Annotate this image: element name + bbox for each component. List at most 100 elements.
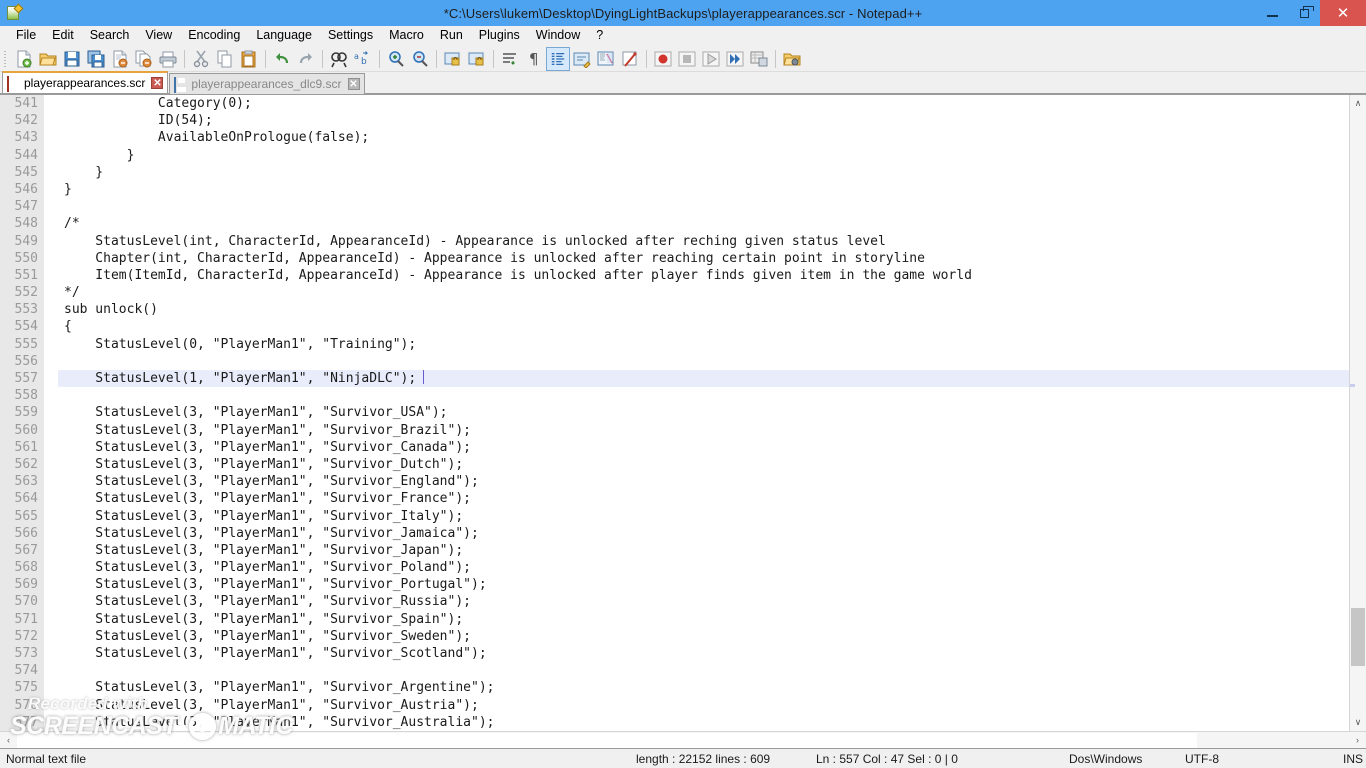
undo-icon[interactable] bbox=[270, 47, 294, 71]
code-text[interactable]: StatusLevel(3, "PlayerMan1", "Survivor_I… bbox=[58, 507, 1349, 525]
all-chars-icon[interactable]: ¶ bbox=[522, 47, 546, 71]
code-lines[interactable]: 541 Category(0); 542 ID(54); 543 Available… bbox=[0, 95, 1349, 731]
menu-item-edit[interactable]: Edit bbox=[44, 26, 82, 45]
scroll-up-button[interactable]: ∧ bbox=[1350, 95, 1366, 112]
code-line[interactable]: 544 } bbox=[0, 146, 1349, 164]
zoom-out-icon[interactable] bbox=[408, 47, 432, 71]
code-text[interactable]: StatusLevel(3, "PlayerMan1", "Survivor_S… bbox=[58, 645, 1349, 663]
close-file-icon[interactable] bbox=[108, 47, 132, 71]
code-line[interactable]: 559 StatusLevel(3, "PlayerMan1", "Surviv… bbox=[0, 404, 1349, 422]
copy-icon[interactable] bbox=[213, 47, 237, 71]
word-wrap-icon[interactable] bbox=[498, 47, 522, 71]
code-line[interactable]: 554 { bbox=[0, 318, 1349, 336]
horizontal-scrollbar[interactable]: ‹ › bbox=[0, 731, 1366, 748]
code-text[interactable]: } bbox=[58, 163, 1349, 181]
fold-margin[interactable] bbox=[44, 421, 58, 439]
code-text[interactable]: */ bbox=[58, 284, 1349, 302]
menu-item-file[interactable]: File bbox=[8, 26, 44, 45]
tab-close-icon[interactable]: ✕ bbox=[347, 78, 360, 90]
code-line[interactable]: 556 bbox=[0, 352, 1349, 370]
close-all-files-icon[interactable] bbox=[132, 47, 156, 71]
code-line[interactable]: 564 StatusLevel(3, "PlayerMan1", "Surviv… bbox=[0, 490, 1349, 508]
fold-margin[interactable] bbox=[44, 404, 58, 422]
code-line[interactable]: 567 StatusLevel(3, "PlayerMan1", "Surviv… bbox=[0, 541, 1349, 560]
minimize-button[interactable] bbox=[1256, 0, 1288, 26]
sync-scroll-vertical-icon[interactable] bbox=[441, 47, 465, 71]
code-text[interactable]: /* bbox=[58, 215, 1349, 233]
fold-margin[interactable] bbox=[44, 713, 58, 731]
fold-margin[interactable] bbox=[44, 335, 58, 353]
folder-as-workspace-icon[interactable] bbox=[780, 47, 804, 71]
code-text[interactable]: StatusLevel(3, "PlayerMan1", "Survivor_P… bbox=[58, 576, 1349, 594]
fold-margin[interactable] bbox=[44, 610, 58, 628]
fold-margin[interactable] bbox=[44, 301, 58, 319]
code-line[interactable]: 561 StatusLevel(3, "PlayerMan1", "Surviv… bbox=[0, 438, 1349, 456]
fold-margin[interactable] bbox=[44, 524, 58, 542]
fold-margin[interactable] bbox=[44, 215, 58, 233]
code-text[interactable]: StatusLevel(3, "PlayerMan1", "Survivor_S… bbox=[58, 627, 1349, 645]
scroll-down-button[interactable]: ∨ bbox=[1350, 714, 1366, 731]
fold-margin[interactable] bbox=[44, 146, 58, 164]
menu-item-language[interactable]: Language bbox=[248, 26, 320, 45]
fold-margin[interactable] bbox=[44, 180, 58, 199]
code-text[interactable]: StatusLevel(3, "PlayerMan1", "Survivor_F… bbox=[58, 490, 1349, 508]
scroll-right-button[interactable]: › bbox=[1349, 732, 1366, 749]
code-line[interactable]: 550 Chapter(int, CharacterId, Appearance… bbox=[0, 249, 1349, 267]
code-line[interactable]: 571 StatusLevel(3, "PlayerMan1", "Surviv… bbox=[0, 610, 1349, 628]
fold-margin[interactable] bbox=[44, 627, 58, 645]
fold-margin[interactable] bbox=[44, 438, 58, 456]
open-file-icon[interactable] bbox=[36, 47, 60, 71]
code-line[interactable]: 574 bbox=[0, 662, 1349, 680]
fold-margin[interactable] bbox=[44, 129, 58, 147]
close-button[interactable]: ✕ bbox=[1320, 0, 1366, 26]
code-line[interactable]: 566 StatusLevel(3, "PlayerMan1", "Surviv… bbox=[0, 524, 1349, 542]
code-line[interactable]: 563 StatusLevel(3, "PlayerMan1", "Surviv… bbox=[0, 473, 1349, 491]
code-line[interactable]: 568 StatusLevel(3, "PlayerMan1", "Surviv… bbox=[0, 559, 1349, 577]
code-line[interactable]: 569 StatusLevel(3, "PlayerMan1", "Surviv… bbox=[0, 576, 1349, 594]
show-symbol-icon[interactable] bbox=[570, 47, 594, 71]
code-line[interactable]: 575 StatusLevel(3, "PlayerMan1", "Surviv… bbox=[0, 679, 1349, 697]
paste-icon[interactable] bbox=[237, 47, 261, 71]
vertical-scrollbar[interactable]: ∧ ∨ bbox=[1349, 95, 1366, 731]
save-all-icon[interactable] bbox=[84, 47, 108, 71]
code-text[interactable]: sub unlock() bbox=[58, 301, 1349, 319]
fold-margin[interactable] bbox=[44, 318, 58, 336]
menu-item-settings[interactable]: Settings bbox=[320, 26, 381, 45]
menu-item-macro[interactable]: Macro bbox=[381, 26, 432, 45]
code-line[interactable]: 572 StatusLevel(3, "PlayerMan1", "Surviv… bbox=[0, 627, 1349, 645]
fold-margin[interactable] bbox=[44, 696, 58, 714]
code-line[interactable]: 546} bbox=[0, 180, 1349, 199]
code-text[interactable]: } bbox=[58, 180, 1349, 199]
code-line[interactable]: 570 StatusLevel(3, "PlayerMan1", "Surviv… bbox=[0, 593, 1349, 611]
text-editor[interactable]: 541 Category(0); 542 ID(54); 543 Available… bbox=[0, 95, 1349, 731]
code-text[interactable]: StatusLevel(3, "PlayerMan1", "Survivor_U… bbox=[58, 404, 1349, 422]
code-line[interactable]: 555 StatusLevel(0, "PlayerMan1", "Traini… bbox=[0, 335, 1349, 353]
code-text[interactable]: StatusLevel(3, "PlayerMan1", "Survivor_P… bbox=[58, 559, 1349, 577]
code-line[interactable]: 545 } bbox=[0, 163, 1349, 181]
code-line[interactable]: 542 ID(54); bbox=[0, 112, 1349, 130]
code-text[interactable]: StatusLevel(3, "PlayerMan1", "Survivor_D… bbox=[58, 455, 1349, 474]
run-macro-multiple-icon[interactable] bbox=[723, 47, 747, 71]
code-text[interactable]: StatusLevel(3, "PlayerMan1", "Survivor_R… bbox=[58, 593, 1349, 611]
code-text[interactable]: StatusLevel(3, "PlayerMan1", "Survivor_B… bbox=[58, 421, 1349, 439]
fold-margin[interactable] bbox=[44, 387, 58, 405]
code-line[interactable]: 552 */ bbox=[0, 284, 1349, 302]
fold-margin[interactable] bbox=[44, 559, 58, 577]
fold-margin[interactable] bbox=[44, 284, 58, 302]
code-line[interactable]: 573 StatusLevel(3, "PlayerMan1", "Surviv… bbox=[0, 645, 1349, 663]
code-text[interactable]: } bbox=[58, 146, 1349, 164]
fold-margin[interactable] bbox=[44, 232, 58, 250]
code-text[interactable]: Item(ItemId, CharacterId, AppearanceId) … bbox=[58, 266, 1349, 285]
code-text[interactable]: StatusLevel(int, CharacterId, Appearance… bbox=[58, 232, 1349, 250]
fold-margin[interactable] bbox=[44, 593, 58, 611]
code-text[interactable]: ID(54); bbox=[58, 112, 1349, 130]
code-line[interactable]: 577 StatusLevel(3, "PlayerMan1", "Surviv… bbox=[0, 713, 1349, 731]
zoom-in-icon[interactable] bbox=[384, 47, 408, 71]
code-line[interactable]: 565 StatusLevel(3, "PlayerMan1", "Surviv… bbox=[0, 507, 1349, 525]
code-text[interactable]: StatusLevel(1, "PlayerMan1", "NinjaDLC")… bbox=[58, 370, 1349, 388]
indent-guide-icon[interactable] bbox=[546, 46, 570, 71]
fold-margin[interactable] bbox=[44, 679, 58, 697]
menu-item-help[interactable]: ? bbox=[588, 26, 611, 45]
toolbar-grip[interactable] bbox=[2, 48, 9, 69]
code-line[interactable]: 541 Category(0); bbox=[0, 95, 1349, 113]
